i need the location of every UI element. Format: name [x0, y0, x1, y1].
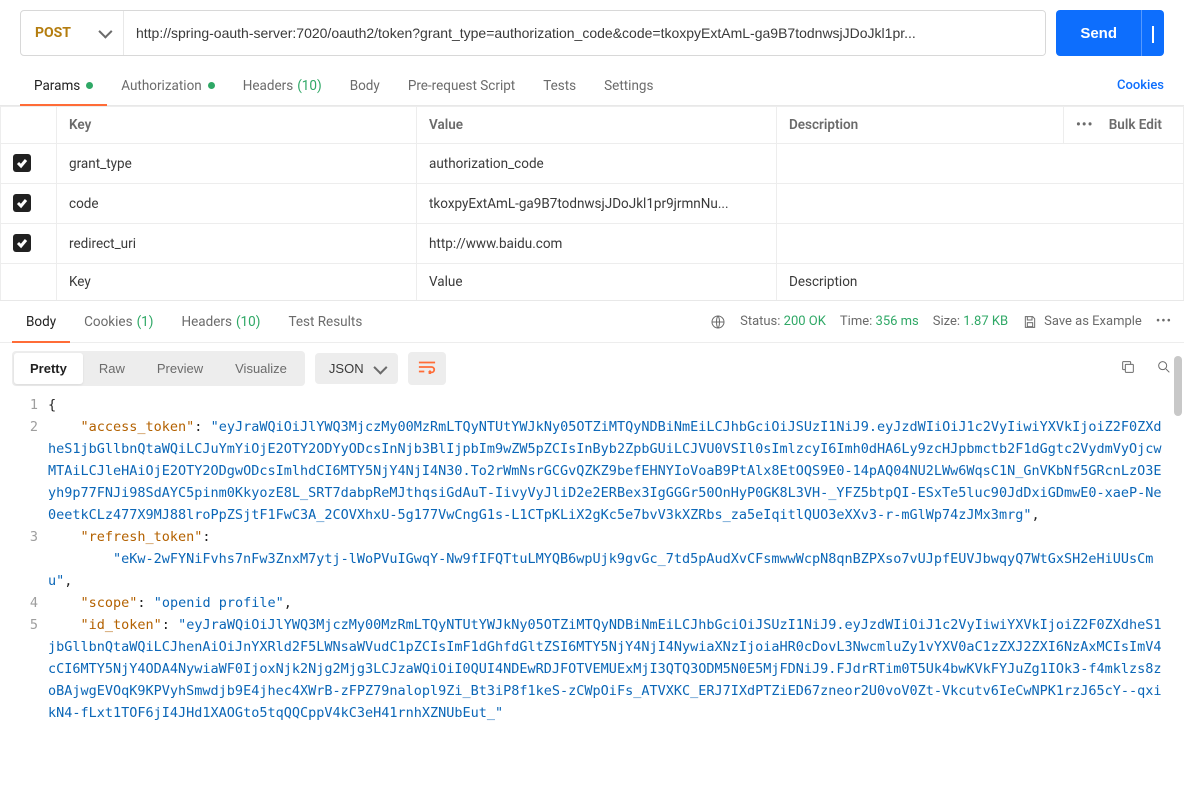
response-body[interactable]: 12345 {"access_token": "eyJraWQiOiJlYWQ3… [0, 394, 1184, 724]
tab-authorization[interactable]: Authorization [107, 66, 228, 105]
bulk-edit-link[interactable]: Bulk Edit [1109, 117, 1162, 133]
param-row-empty[interactable]: Key Value Description [1, 264, 1184, 301]
tab-headers[interactable]: Headers(10) [229, 66, 336, 105]
param-key[interactable]: redirect_uri [57, 224, 417, 264]
active-dot-icon [208, 82, 215, 89]
globe-icon [710, 314, 726, 330]
view-controls: Pretty Raw Preview Visualize JSON [0, 343, 1184, 394]
param-key[interactable]: code [57, 184, 417, 224]
line-gutter: 12345 [0, 394, 48, 724]
tab-resp-body[interactable]: Body [12, 301, 70, 342]
param-value-input[interactable]: Value [417, 264, 777, 301]
chevron-down-icon [373, 360, 387, 374]
more-icon[interactable]: ••• [1076, 117, 1093, 133]
param-row[interactable]: grant_type authorization_code [1, 144, 1184, 184]
save-example-button[interactable]: Save as Example [1022, 314, 1142, 330]
language-dropdown[interactable]: JSON [315, 353, 398, 384]
response-meta: Status: 200 OK Time: 356 ms Size: 1.87 K… [710, 314, 1172, 330]
more-icon[interactable]: ••• [1156, 314, 1172, 329]
param-value[interactable]: authorization_code [417, 144, 777, 184]
tab-resp-headers[interactable]: Headers(10) [167, 301, 274, 342]
scrollbar[interactable] [1174, 356, 1182, 416]
tab-resp-cookies[interactable]: Cookies(1) [70, 301, 167, 342]
active-dot-icon [86, 82, 93, 89]
view-mode-tabs: Pretty Raw Preview Visualize [12, 351, 305, 386]
view-visualize[interactable]: Visualize [219, 353, 303, 384]
send-dropdown[interactable] [1141, 10, 1164, 56]
request-tabs: Params Authorization Headers(10) Body Pr… [0, 66, 1184, 106]
method-dropdown[interactable]: POST [21, 11, 124, 55]
size-value: 1.87 KB [963, 314, 1008, 329]
response-tabs: Body Cookies(1) Headers(10) Test Results… [0, 301, 1184, 343]
tab-tests[interactable]: Tests [529, 66, 590, 105]
tab-prerequest[interactable]: Pre-request Script [394, 66, 529, 105]
param-value[interactable]: tkoxpyExtAmL-ga9B7todnwsjJDoJkl1pr9jrmnN… [417, 184, 777, 224]
send-button[interactable]: Send [1056, 10, 1141, 56]
checkbox-checked[interactable] [13, 154, 31, 172]
view-preview[interactable]: Preview [141, 353, 219, 384]
tab-resp-tests[interactable]: Test Results [274, 301, 376, 342]
wrap-lines-button[interactable] [408, 352, 446, 385]
status-value: 200 OK [784, 314, 826, 329]
tab-settings[interactable]: Settings [590, 66, 667, 105]
param-key-input[interactable]: Key [57, 264, 417, 301]
param-key[interactable]: grant_type [57, 144, 417, 184]
copy-button[interactable] [1120, 359, 1136, 378]
param-row[interactable]: code tkoxpyExtAmL-ga9B7todnwsjJDoJkl1pr9… [1, 184, 1184, 224]
chevron-down-icon [98, 25, 112, 39]
view-raw[interactable]: Raw [83, 353, 141, 384]
col-key: Key [57, 107, 417, 144]
send-button-group: Send [1056, 10, 1164, 56]
time-value: 356 ms [876, 314, 919, 329]
checkbox-checked[interactable] [13, 234, 31, 252]
tab-body[interactable]: Body [336, 66, 394, 105]
chevron-down-icon [1152, 26, 1154, 43]
param-value[interactable]: http://www.baidu.com [417, 224, 777, 264]
method-url-bar: POST [20, 10, 1046, 56]
param-desc-input[interactable]: Description [777, 264, 1184, 301]
col-desc: Description [777, 107, 1064, 144]
col-value: Value [417, 107, 777, 144]
search-button[interactable] [1156, 359, 1172, 378]
param-row[interactable]: redirect_uri http://www.baidu.com [1, 224, 1184, 264]
method-label: POST [35, 25, 71, 41]
tab-params[interactable]: Params [20, 66, 107, 105]
url-input[interactable] [124, 11, 1045, 55]
code-content[interactable]: {"access_token": "eyJraWQiOiJlYWQ3MjczMy… [48, 394, 1164, 724]
cookies-link[interactable]: Cookies [1117, 78, 1164, 93]
view-pretty[interactable]: Pretty [14, 353, 83, 384]
checkbox-checked[interactable] [13, 194, 31, 212]
params-table: Key Value Description ••• Bulk Edit gran… [0, 106, 1184, 301]
